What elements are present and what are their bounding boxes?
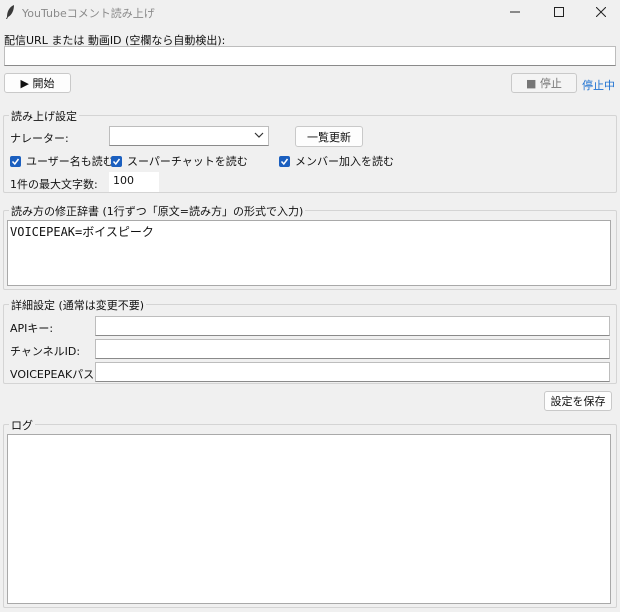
- voicepeak-path-input[interactable]: [95, 362, 610, 382]
- save-settings-button[interactable]: 設定を保存: [544, 391, 612, 411]
- read-superchat-label: スーパーチャットを読む: [127, 155, 248, 168]
- narrator-label: ナレーター:: [10, 132, 69, 145]
- read-username-checkbox[interactable]: ユーザー名も読む: [10, 153, 114, 169]
- window-title: YouTubeコメント読み上げ: [22, 7, 155, 20]
- max-chars-label: 1件の最大文字数:: [10, 178, 98, 191]
- read-membership-checkbox[interactable]: メンバー加入を読む: [279, 153, 394, 169]
- checkmark-icon: [10, 155, 21, 167]
- channel-id-input[interactable]: [95, 339, 610, 359]
- close-button[interactable]: [579, 0, 620, 24]
- narrator-combobox[interactable]: [109, 126, 269, 146]
- read-superchat-checkbox[interactable]: スーパーチャットを読む: [111, 153, 248, 169]
- advanced-settings-title: 詳細設定 (通常は変更不要): [9, 297, 147, 313]
- feather-icon: [4, 4, 16, 20]
- read-username-label: ユーザー名も読む: [26, 155, 114, 168]
- refresh-list-button[interactable]: 一覧更新: [295, 126, 363, 147]
- minimize-button[interactable]: [493, 0, 537, 24]
- api-key-input[interactable]: [95, 316, 610, 336]
- chevron-down-icon: [254, 130, 264, 143]
- checkmark-icon: [279, 155, 290, 167]
- api-key-label: APIキー:: [10, 322, 54, 335]
- dictionary-title: 読み方の修正辞書 (1行ずつ「原文=読み方」の形式で入力): [9, 203, 306, 219]
- log-title: ログ: [9, 417, 35, 433]
- status-label: 停止中: [582, 79, 615, 92]
- maximize-button[interactable]: [537, 0, 581, 24]
- checkmark-icon: [111, 155, 122, 167]
- url-input[interactable]: [4, 46, 616, 66]
- channel-id-label: チャンネルID:: [10, 345, 81, 358]
- reading-settings-title: 読み上げ設定: [9, 108, 79, 124]
- max-chars-input[interactable]: 100: [109, 172, 159, 192]
- dictionary-textarea[interactable]: VOICEPEAK=ボイスピーク: [7, 220, 611, 286]
- start-button[interactable]: ▶ 開始: [4, 73, 71, 93]
- log-textarea[interactable]: [7, 434, 611, 604]
- voicepeak-path-label: VOICEPEAKパス:: [10, 368, 98, 381]
- read-membership-label: メンバー加入を読む: [295, 155, 394, 168]
- stop-button[interactable]: ■ 停止: [511, 73, 577, 93]
